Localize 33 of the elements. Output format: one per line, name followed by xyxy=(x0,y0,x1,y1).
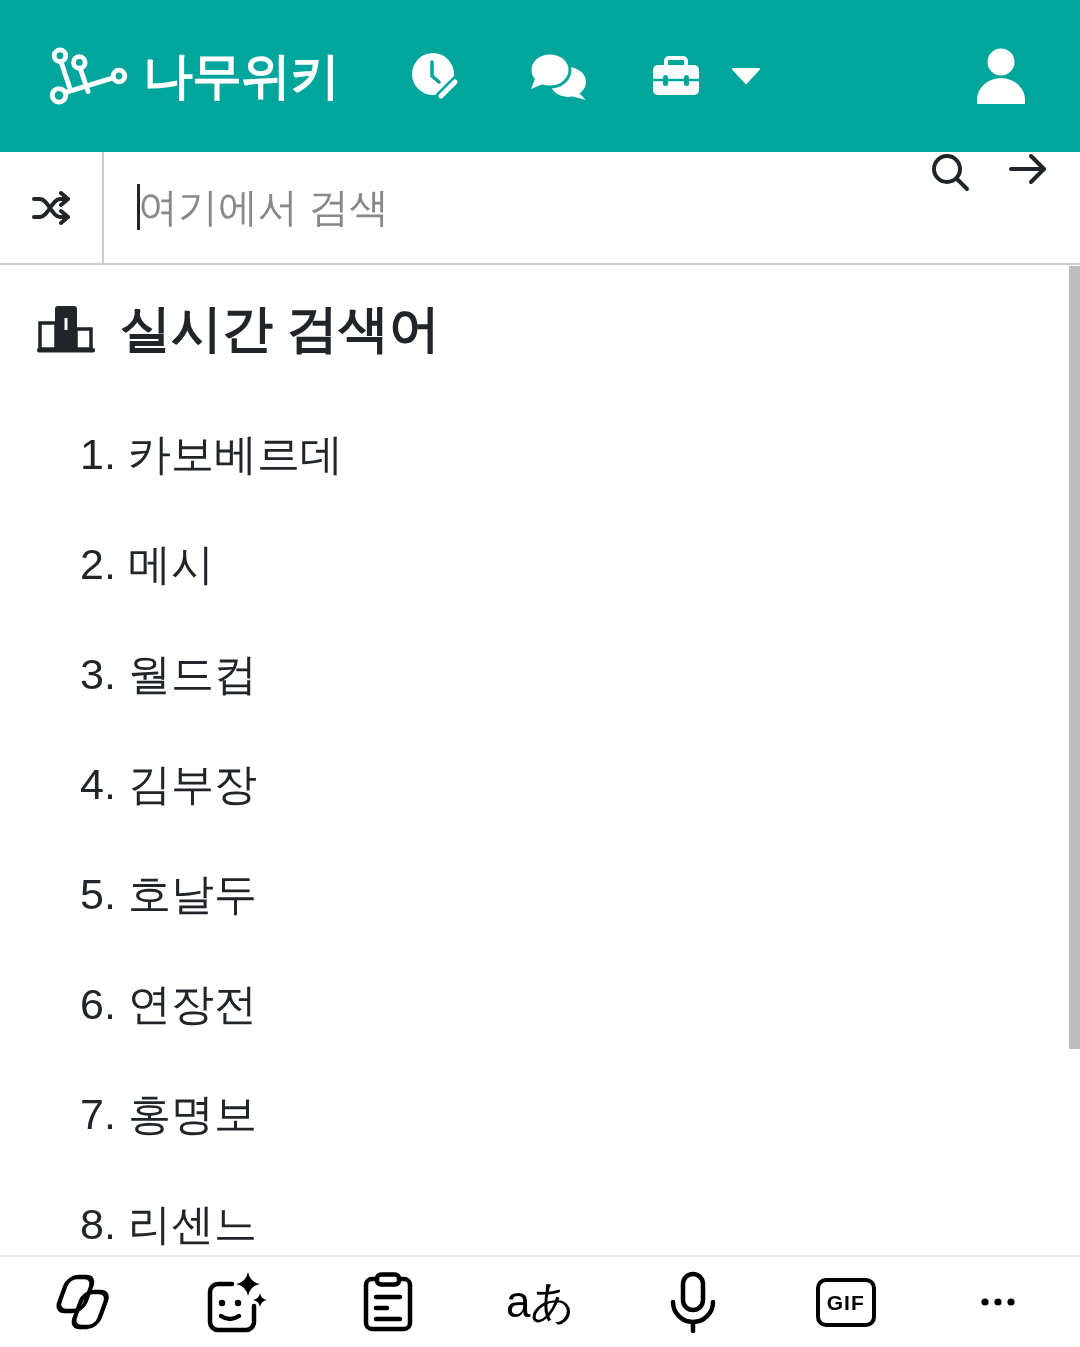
search-icon[interactable] xyxy=(930,152,970,192)
search-term-link[interactable]: 리센느 xyxy=(127,1197,257,1251)
rank-number: 4. xyxy=(80,759,116,810)
search-field[interactable]: 여기에서 검색 xyxy=(104,152,918,263)
search-term-link[interactable]: 카보베르데 xyxy=(127,427,343,481)
chat-bubbles-icon[interactable] xyxy=(529,51,587,101)
section-title: 실시간 검색어 xyxy=(120,300,441,358)
clock-edit-icon[interactable] xyxy=(411,52,459,100)
translate-button[interactable]: aあ xyxy=(506,1280,576,1324)
podium-icon xyxy=(37,304,95,354)
search-term-link[interactable]: 홍명보 xyxy=(127,1087,257,1141)
user-icon[interactable] xyxy=(977,48,1025,104)
search-term-link[interactable]: 월드컵 xyxy=(127,647,257,701)
search-term-link[interactable]: 호날두 xyxy=(127,867,257,921)
search-term-link[interactable]: 메시 xyxy=(127,537,214,591)
scrollbar-thumb[interactable] xyxy=(1069,266,1080,1049)
rank-number: 7. xyxy=(80,1089,116,1140)
gif-button[interactable]: GIF xyxy=(815,1277,876,1327)
rank-number: 3. xyxy=(80,649,116,700)
rank-number: 5. xyxy=(80,869,116,920)
clipboard-icon[interactable] xyxy=(363,1272,414,1332)
search-term-link[interactable]: 연장전 xyxy=(127,977,257,1031)
toolbox-icon[interactable] xyxy=(652,56,700,96)
rank-number: 8. xyxy=(80,1199,116,1250)
rank-number: 2. xyxy=(80,539,116,590)
rank-number: 1. xyxy=(80,429,116,480)
logo-icon[interactable] xyxy=(47,47,129,105)
more-icon[interactable] xyxy=(981,1298,1016,1306)
rank-number: 6. xyxy=(80,979,116,1030)
microphone-icon[interactable] xyxy=(670,1271,717,1333)
caret-down-icon[interactable] xyxy=(731,67,761,85)
shuffle-icon[interactable] xyxy=(31,190,71,225)
search-term-link[interactable]: 김부장 xyxy=(127,757,257,811)
